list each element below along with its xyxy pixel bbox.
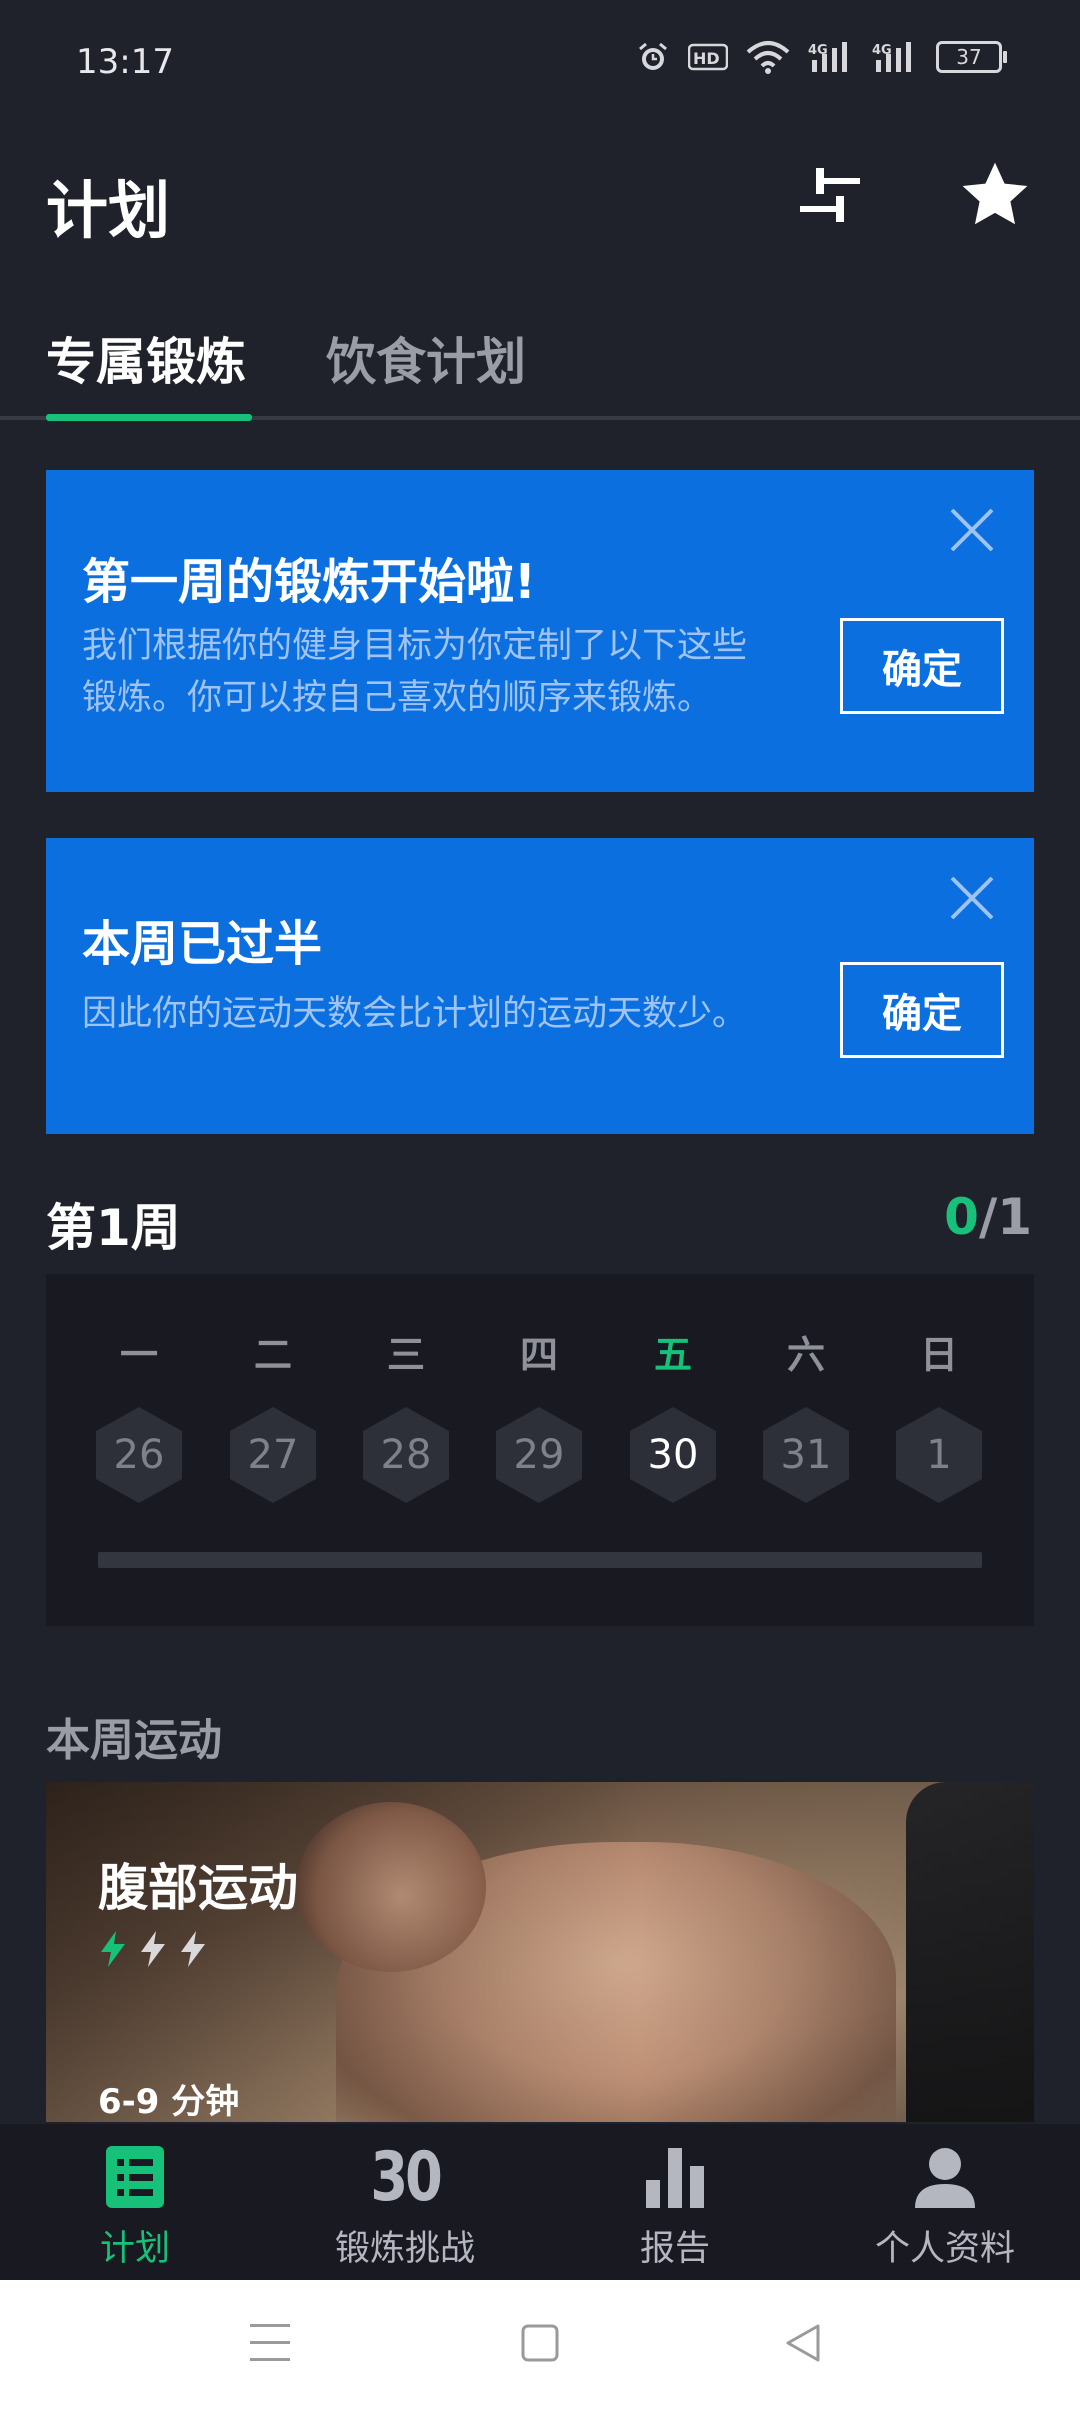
workout-name: 腹部运动 <box>98 1859 298 1917</box>
battery-icon: 37 <box>936 41 1007 73</box>
person-icon <box>915 2148 975 2208</box>
nav-profile[interactable]: 个人资料 <box>810 2124 1080 2280</box>
svg-text:HD: HD <box>693 49 720 68</box>
week-start-banner: 第一周的锻炼开始啦! 我们根据你的健身目标为你定制了以下这些 锻炼。你可以按自己… <box>46 470 1034 792</box>
banner-title: 本周已过半 <box>82 916 323 972</box>
day-date: 1 <box>896 1407 982 1503</box>
nav-label: 锻炼挑战 <box>334 2229 475 2269</box>
week-calendar: 一 26 二 27 三 28 四 29 五 30 六 31 日 1 <box>46 1274 1034 1626</box>
day-label: 二 <box>253 1333 292 1377</box>
bolt-icon <box>181 1931 205 1967</box>
back-icon[interactable] <box>784 2320 824 2366</box>
day-label: 一 <box>119 1333 158 1377</box>
favorites-button[interactable] <box>958 158 1032 232</box>
day-fri[interactable]: 五 30 <box>623 1324 723 1503</box>
day-date: 29 <box>496 1407 582 1503</box>
banner-text: 因此你的运动天数会比计划的运动天数少。 <box>82 994 748 1034</box>
banner-text: 我们根据你的健身目标为你定制了以下这些 锻炼。你可以按自己喜欢的顺序来锻炼。 <box>82 620 747 724</box>
tab-exercise[interactable]: 专属锻炼 <box>46 322 246 394</box>
section-title: 本周运动 <box>46 1715 222 1766</box>
confirm-button[interactable]: 确定 <box>840 962 1004 1058</box>
day-date: 28 <box>363 1407 449 1503</box>
week-progress-done: 0 <box>944 1188 979 1246</box>
banner-title: 第一周的锻炼开始啦! <box>82 554 536 610</box>
tab-indicator <box>46 414 252 421</box>
hd-icon: HD <box>688 43 728 71</box>
challenge-30-icon: 30 <box>370 2138 443 2217</box>
nav-plan[interactable]: 计划 <box>0 2124 270 2280</box>
week-title: 第1周 <box>46 1199 181 1257</box>
signal-4g-icon: 4G <box>808 42 847 72</box>
banner-text-line: 我们根据你的健身目标为你定制了以下这些 <box>82 626 748 666</box>
nav-challenge[interactable]: 30 锻炼挑战 <box>270 2124 540 2280</box>
workout-card[interactable]: 腹部运动 6-9 分钟 <box>46 1782 1034 2122</box>
bolt-icon <box>141 1931 165 1967</box>
close-icon <box>950 508 994 552</box>
star-icon <box>962 162 1028 225</box>
week-progress-bar <box>98 1552 982 1568</box>
menu-icon[interactable] <box>250 2320 290 2366</box>
bottom-navigation: 计划 30 锻炼挑战 报告 个人资料 <box>0 2124 1080 2280</box>
nav-label: 报告 <box>639 2229 710 2269</box>
week-progress: 0/1 <box>944 1188 1032 1246</box>
day-label: 五 <box>653 1333 692 1377</box>
banner-text-line: 锻炼。你可以按自己喜欢的顺序来锻炼。 <box>82 678 713 718</box>
close-button[interactable] <box>948 874 996 922</box>
filter-button[interactable] <box>798 166 862 230</box>
nav-label: 计划 <box>99 2229 170 2269</box>
system-navigation <box>0 2280 1080 2414</box>
close-icon <box>950 876 994 920</box>
home-icon[interactable] <box>520 2320 560 2366</box>
week-progress-total: /1 <box>978 1188 1032 1246</box>
alarm-icon <box>639 42 667 70</box>
bolt-icon <box>101 1931 125 1967</box>
day-label: 六 <box>786 1333 825 1377</box>
signal-4g-icon: 4G <box>872 42 911 72</box>
workout-duration: 6-9 分钟 <box>98 2082 240 2122</box>
page-title: 计划 <box>46 174 171 247</box>
bar-chart-icon <box>646 2148 704 2208</box>
day-label: 四 <box>519 1333 558 1377</box>
sliders-icon <box>800 168 860 222</box>
day-label: 日 <box>919 1333 958 1377</box>
nav-label: 个人资料 <box>874 2229 1015 2269</box>
day-date: 27 <box>230 1407 316 1503</box>
day-tue[interactable]: 二 27 <box>223 1324 323 1503</box>
day-label: 三 <box>386 1333 425 1377</box>
close-button[interactable] <box>948 506 996 554</box>
day-mon[interactable]: 一 26 <box>89 1324 189 1503</box>
status-time: 13:17 <box>76 42 174 82</box>
difficulty-rating <box>98 1930 208 1968</box>
status-bar: 13:17 HD 4G 4G 37 <box>0 0 1080 130</box>
day-date: 30 <box>630 1407 716 1503</box>
tab-diet[interactable]: 饮食计划 <box>326 322 526 394</box>
day-thu[interactable]: 四 29 <box>489 1324 589 1503</box>
day-date: 31 <box>763 1407 849 1503</box>
list-icon <box>106 2146 164 2208</box>
week-half-banner: 本周已过半 因此你的运动天数会比计划的运动天数少。 确定 <box>46 838 1034 1134</box>
day-wed[interactable]: 三 28 <box>356 1324 456 1503</box>
nav-report[interactable]: 报告 <box>540 2124 810 2280</box>
day-sat[interactable]: 六 31 <box>756 1324 856 1503</box>
day-sun[interactable]: 日 1 <box>889 1324 989 1503</box>
day-date: 26 <box>96 1407 182 1503</box>
wifi-icon <box>746 41 790 74</box>
status-icons: HD 4G 4G 37 <box>636 40 1007 74</box>
confirm-button[interactable]: 确定 <box>840 618 1004 714</box>
